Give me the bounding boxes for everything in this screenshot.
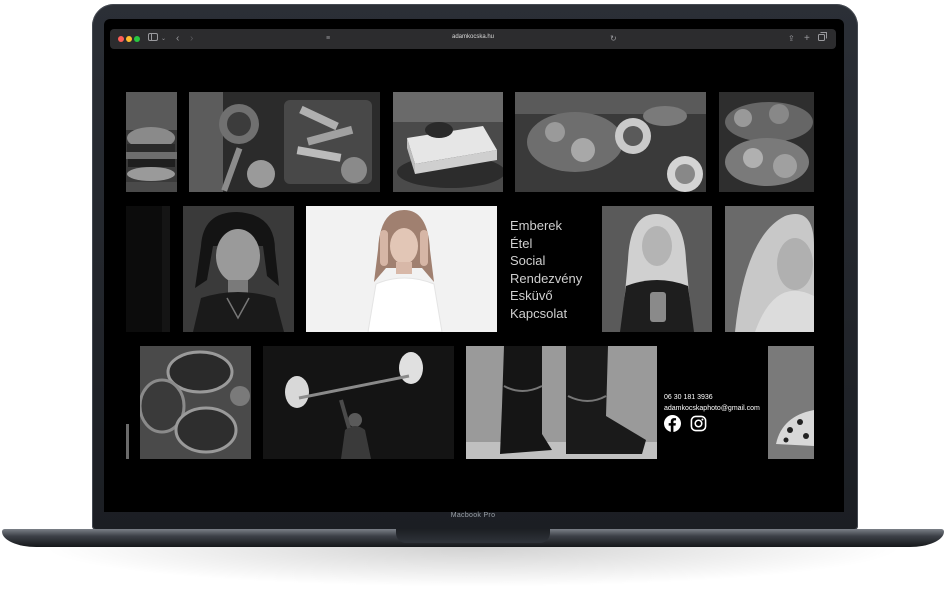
photo-blonde-closeup[interactable] — [725, 206, 814, 332]
nav-item-emberek[interactable]: Emberek — [510, 217, 610, 235]
photo-burger[interactable] — [126, 92, 177, 192]
photo-thin-strip — [126, 346, 129, 459]
photo-woman-featured[interactable] — [306, 206, 497, 332]
photo-boots[interactable] — [466, 346, 657, 459]
reload-icon[interactable]: ↻ — [610, 32, 617, 46]
photo-leopard-shoe[interactable] — [768, 346, 814, 459]
portfolio-page: Emberek Étel Social Rendezvény Esküvő Ka… — [104, 49, 844, 512]
tabs-icon[interactable] — [818, 32, 827, 46]
photo-food-board[interactable] — [189, 92, 380, 192]
nav-item-rendezveny[interactable]: Rendezvény — [510, 270, 610, 288]
contact-email[interactable]: adamkocskaphoto@gmail.com — [664, 403, 760, 414]
photo-man-portrait[interactable] — [183, 206, 294, 332]
share-icon[interactable]: ⇪ — [788, 32, 795, 46]
photo-dark-edge[interactable] — [126, 206, 170, 332]
contact-phone[interactable]: 06 30 181 3936 — [664, 392, 760, 403]
contact-info: 06 30 181 3936 adamkocskaphoto@gmail.com — [664, 392, 760, 414]
new-tab-icon[interactable]: + — [804, 32, 810, 46]
nav-item-kapcsolat[interactable]: Kapcsolat — [510, 305, 610, 323]
facebook-icon[interactable] — [664, 415, 681, 432]
photo-cheesecake[interactable] — [393, 92, 503, 192]
photo-food-platter[interactable] — [515, 92, 706, 192]
laptop-shadow — [40, 547, 906, 587]
address-bar[interactable]: adamkocska.hu — [110, 34, 836, 40]
photo-spices[interactable] — [140, 346, 251, 459]
photo-salad-bowl[interactable] — [719, 92, 814, 192]
laptop-notch — [396, 529, 550, 543]
device-label: Macbook Pro — [450, 512, 496, 519]
instagram-icon[interactable] — [690, 415, 707, 432]
social-links — [664, 415, 707, 432]
nav-item-eskuvo[interactable]: Esküvő — [510, 287, 610, 305]
browser-toolbar: ⌄ ‹ › ≡ adamkocska.hu ↻ ⇪ + — [110, 29, 836, 49]
photo-fire-performer[interactable] — [263, 346, 454, 459]
main-nav: Emberek Étel Social Rendezvény Esküvő Ka… — [510, 217, 610, 322]
nav-item-social[interactable]: Social — [510, 252, 610, 270]
photo-blonde-drink[interactable] — [602, 206, 712, 332]
laptop-screen: ⌄ ‹ › ≡ adamkocska.hu ↻ ⇪ + Emberek Étel… — [104, 19, 844, 512]
nav-item-etel[interactable]: Étel — [510, 235, 610, 253]
